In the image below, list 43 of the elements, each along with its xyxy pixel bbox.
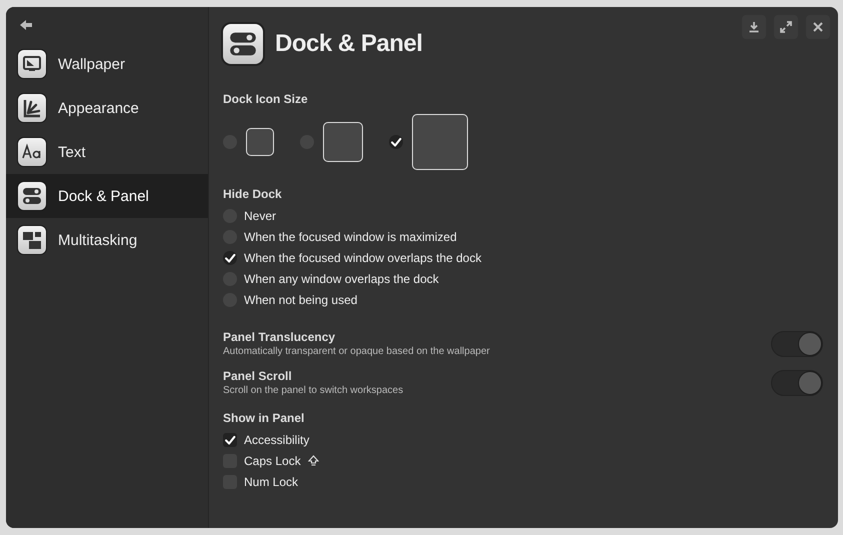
back-arrow-icon[interactable] [18,17,34,33]
toggle-switch[interactable] [771,370,823,396]
expand-icon [779,20,793,34]
section-title: Hide Dock [223,187,283,201]
setting-description: Automatically transparent or opaque based on the wallpaper [223,346,490,357]
option-label: Num Lock [244,474,298,488]
option-label: When the focused window overlaps the dock [244,250,482,264]
option-label: When not being used [244,292,358,306]
option-label: When any window overlaps the dock [244,272,439,286]
download-icon [748,21,760,33]
radio-button[interactable] [389,135,403,149]
page-title: Dock & Panel [275,30,422,58]
sidebar-item[interactable]: Wallpaper [6,42,208,86]
sidebar-item[interactable]: Multitasking [6,218,208,262]
appearance-icon [18,94,46,122]
checkbox[interactable] [223,432,237,446]
wallpaper-icon [18,50,46,78]
setting-title: Panel Translucency [223,330,336,344]
download-button[interactable] [742,15,766,39]
option-label: Accessibility [244,432,310,446]
section-title: Dock Icon Size [223,92,309,106]
icon-size-preview[interactable] [412,114,468,170]
section-title: Show in Panel [223,411,306,425]
option-label: When the focused window is maximized [244,230,457,244]
option-label: Caps Lock [244,454,301,468]
sidebar-item[interactable]: Appearance [6,86,208,130]
option-label: Never [244,208,276,222]
maximize-button[interactable] [774,15,798,39]
icon-size-preview[interactable] [246,128,274,156]
icon-size-preview[interactable] [323,122,363,162]
close-button[interactable] [806,15,830,39]
windows-icon [18,226,46,254]
sidebar-item[interactable]: Dock & Panel [6,174,208,218]
sidebar-item[interactable]: Text [6,130,208,174]
caps-lock-icon [308,454,319,466]
toggles-icon [18,182,46,210]
setting-description: Scroll on the panel to switch workspaces [223,385,404,396]
close-icon [813,22,823,32]
toggle-switch[interactable] [771,330,823,356]
setting-title: Panel Scroll [223,369,293,383]
toggles-icon [223,24,263,64]
text-icon [18,138,46,166]
radio-button[interactable] [223,250,237,264]
